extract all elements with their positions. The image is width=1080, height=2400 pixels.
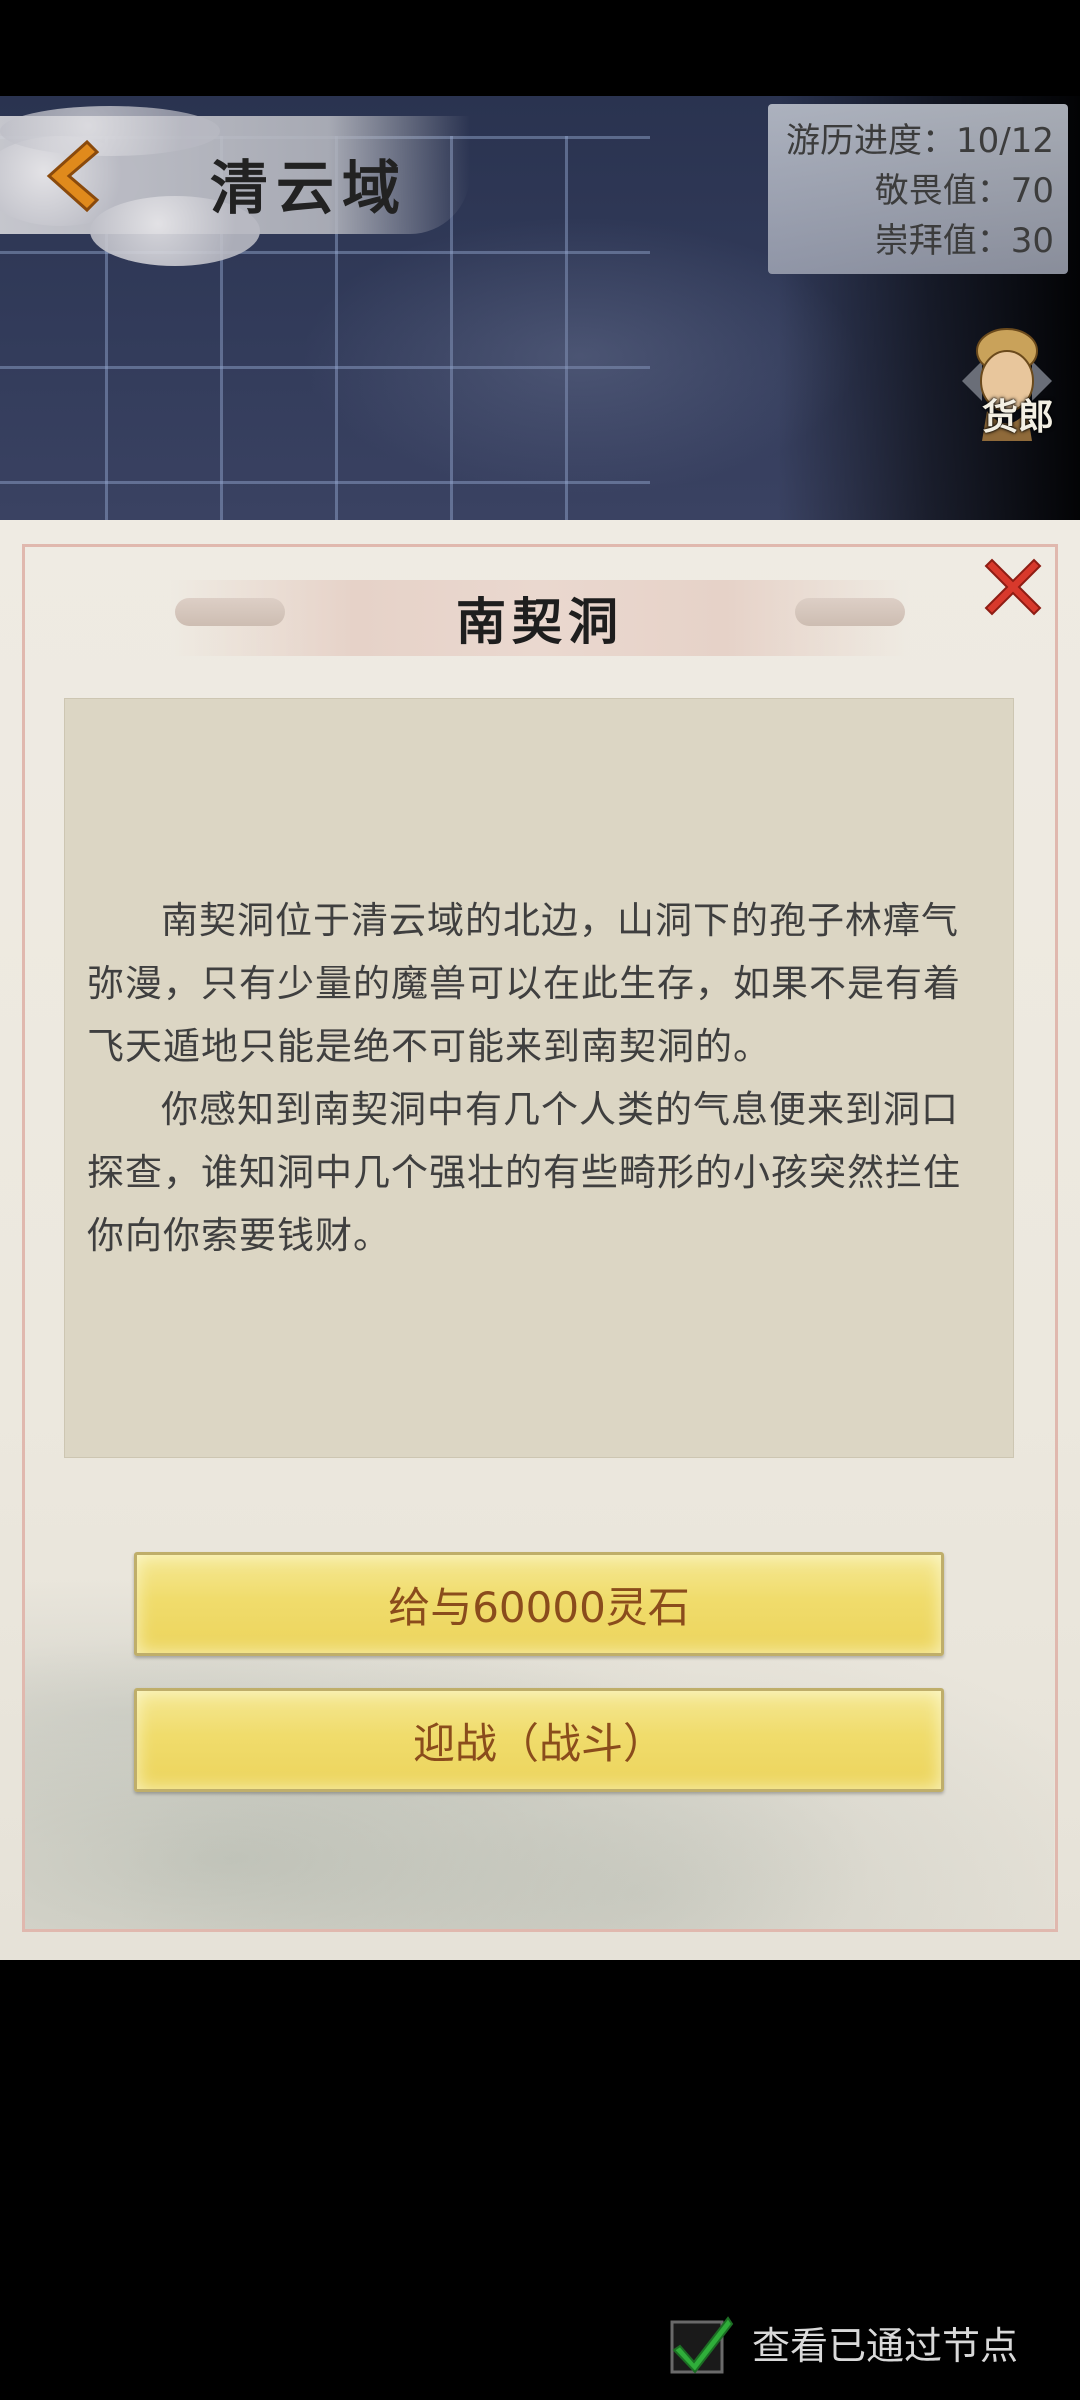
fight-button[interactable]: 迎战（战斗） bbox=[134, 1688, 944, 1792]
world-map[interactable]: 清云域 游历进度：10/12 敬畏值：70 崇拜值：30 货郎 bbox=[0, 96, 1080, 520]
close-button[interactable] bbox=[978, 552, 1048, 622]
stat-progress: 游历进度：10/12 bbox=[786, 121, 1054, 161]
event-dialog: 南契洞 南契洞位于清云域的北边，山洞下的孢子林瘴气弥漫，只有少量的魔兽可以在此生… bbox=[0, 520, 1080, 1960]
show-passed-nodes-toggle[interactable]: 查看已通过节点 bbox=[670, 2300, 1070, 2384]
give-spirit-stones-button[interactable]: 给与60000灵石 bbox=[134, 1552, 944, 1656]
checkbox-label: 查看已通过节点 bbox=[752, 2323, 1019, 2368]
close-icon bbox=[984, 558, 1042, 616]
story-paragraph: 南契洞位于清云域的北边，山洞下的孢子林瘴气弥漫，只有少量的魔兽可以在此生存，如果… bbox=[87, 899, 961, 1068]
merchant-label: 货郎 bbox=[981, 396, 1054, 438]
region-title: 清云域 bbox=[210, 154, 409, 222]
story-text-box: 南契洞位于清云域的北边，山洞下的孢子林瘴气弥漫，只有少量的魔兽可以在此生存，如果… bbox=[64, 698, 1014, 1458]
stat-awe: 敬畏值：70 bbox=[874, 171, 1054, 211]
chevron-left-icon bbox=[46, 139, 100, 213]
checkmark-icon bbox=[670, 2316, 734, 2374]
stats-panel: 游历进度：10/12 敬畏值：70 崇拜值：30 bbox=[768, 104, 1068, 274]
story-paragraph: 你感知到南契洞中有几个人类的气息便来到洞口探查，谁知洞中几个强壮的有些畸形的小孩… bbox=[87, 1088, 961, 1257]
stat-worship: 崇拜值：30 bbox=[874, 221, 1054, 261]
dialog-title: 南契洞 bbox=[456, 592, 624, 651]
checkbox[interactable] bbox=[670, 2312, 734, 2374]
back-button[interactable] bbox=[30, 136, 110, 216]
